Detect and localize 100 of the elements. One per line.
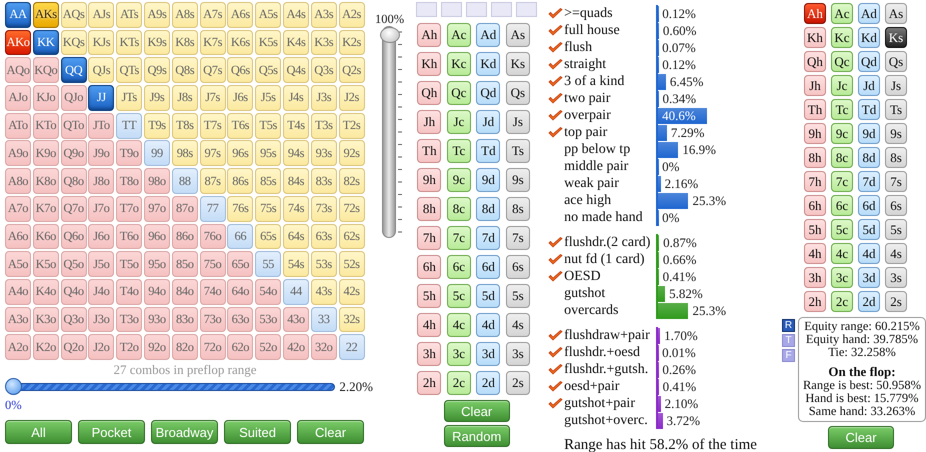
hand-category[interactable]: nut fd (1 card) — [564, 251, 656, 268]
board-slot[interactable] — [441, 2, 462, 17]
hand-cell[interactable]: T5o — [116, 251, 142, 277]
hand-cell[interactable]: J2s — [338, 85, 365, 111]
hand-cell[interactable]: Q9o — [60, 140, 87, 166]
card-button[interactable]: 2h — [417, 371, 442, 395]
card-button[interactable]: 2s — [506, 371, 530, 395]
card-button[interactable]: 9s — [506, 168, 530, 192]
card-button[interactable]: Th — [804, 99, 826, 120]
hand-cell[interactable]: K6o — [32, 224, 59, 250]
hand-cell[interactable]: 88 — [172, 168, 198, 194]
hand-cell[interactable]: 83o — [172, 306, 198, 332]
hand-cell[interactable]: K4s — [282, 30, 309, 56]
hand-cell[interactable]: 98s — [172, 140, 198, 166]
card-button[interactable]: 3h — [804, 267, 826, 288]
hand-cell[interactable]: A2s — [338, 2, 365, 28]
hand-cell[interactable]: 74o — [200, 278, 226, 305]
hand-cell[interactable]: J5o — [88, 251, 114, 277]
card-button[interactable]: 4h — [804, 243, 826, 264]
hand-category[interactable]: overpair — [564, 107, 656, 124]
card-button[interactable]: Qh — [417, 81, 442, 105]
card-button[interactable]: Ad — [476, 23, 500, 47]
hand-cell[interactable]: J7s — [200, 85, 226, 111]
hand-cell[interactable]: T2s — [338, 112, 365, 139]
hand-cell[interactable]: K9s — [144, 30, 170, 56]
card-button[interactable]: 3h — [417, 342, 442, 366]
hand-cell[interactable]: Q3o — [60, 306, 87, 332]
hand-cell[interactable]: T4o — [116, 278, 142, 305]
hand-cell[interactable]: 64o — [227, 278, 254, 305]
hand-cell[interactable]: 92o — [144, 334, 170, 360]
card-button[interactable]: Qh — [804, 51, 826, 72]
card-button[interactable]: Th — [417, 139, 442, 163]
hand-cell[interactable]: 94o — [144, 278, 170, 305]
hand-cell[interactable]: K5s — [255, 30, 282, 56]
card-button[interactable]: 9c — [831, 123, 853, 144]
hand-cell[interactable]: 95o — [144, 251, 170, 277]
hand-cell[interactable]: QJs — [88, 57, 114, 84]
card-button[interactable]: 3s — [506, 342, 530, 366]
hand-cell[interactable]: 65o — [227, 251, 254, 277]
hand-cell[interactable]: A4o — [5, 278, 31, 305]
hand-category[interactable]: >=quads — [564, 5, 656, 22]
card-button[interactable]: 8c — [446, 197, 471, 221]
hand-cell[interactable]: J3s — [310, 85, 337, 111]
card-button[interactable]: 6s — [885, 195, 907, 216]
hand-cell[interactable]: J5s — [255, 85, 282, 111]
board-button[interactable]: Clear — [444, 400, 510, 422]
card-button[interactable]: 2d — [858, 291, 880, 312]
hand-cell[interactable]: T9s — [144, 112, 170, 139]
hand-cell[interactable]: K6s — [227, 30, 254, 56]
hand-cell[interactable]: K4o — [32, 278, 59, 305]
hand-cell[interactable]: 72s — [338, 196, 365, 222]
card-button[interactable]: 5s — [506, 284, 530, 308]
hand-cell[interactable]: 73s — [310, 196, 337, 222]
card-button[interactable]: 5d — [476, 284, 500, 308]
hand-cell[interactable]: K5o — [32, 251, 59, 277]
hand-cell[interactable]: AJo — [5, 85, 31, 111]
hand-cell[interactable]: 76o — [200, 224, 226, 250]
card-button[interactable]: 7c — [831, 171, 853, 192]
hand-cell[interactable]: AA — [5, 2, 31, 28]
board-slot[interactable] — [416, 2, 438, 17]
hand-cell[interactable]: K7s — [200, 30, 226, 56]
hand-cell[interactable]: Q5s — [255, 57, 282, 84]
hand-cell[interactable]: 86o — [172, 224, 198, 250]
hand-cell[interactable]: Q4o — [60, 278, 87, 305]
card-button[interactable]: 6s — [506, 255, 530, 279]
hand-cell[interactable]: A6s — [227, 2, 254, 28]
hand-category[interactable]: gutshot+overc. — [564, 412, 656, 429]
card-button[interactable]: Kh — [804, 27, 826, 48]
hand-cell[interactable]: QTs — [116, 57, 142, 84]
card-button[interactable]: Td — [476, 139, 500, 163]
hand-cell[interactable]: ATs — [116, 2, 142, 28]
hand-category[interactable]: gutshot+pair — [564, 395, 656, 412]
hand-cell[interactable]: KJo — [32, 85, 59, 111]
hand-cell[interactable]: 44 — [282, 278, 309, 305]
hand-cell[interactable]: 52s — [338, 251, 365, 277]
hand-cell[interactable]: TT — [116, 112, 142, 139]
card-button[interactable]: Qc — [831, 51, 853, 72]
hand-category[interactable]: flush — [564, 39, 656, 56]
hand-cell[interactable]: 83s — [310, 168, 337, 194]
card-button[interactable]: 3d — [858, 267, 880, 288]
card-button[interactable]: 8h — [417, 197, 442, 221]
hand-category[interactable]: flushdr.+oesd — [564, 344, 656, 361]
card-button[interactable]: 4s — [506, 313, 530, 337]
hand-cell[interactable]: 54s — [282, 251, 309, 277]
card-button[interactable]: Kd — [476, 52, 500, 76]
card-button[interactable]: Kc — [446, 52, 471, 76]
hand-category[interactable]: gutshot — [564, 285, 656, 302]
hand-cell[interactable]: 82s — [338, 168, 365, 194]
hand-cell[interactable]: T3s — [310, 112, 337, 139]
hand-category[interactable]: ace high — [564, 192, 656, 209]
range-slider[interactable] — [5, 378, 336, 396]
card-button[interactable]: 4c — [831, 243, 853, 264]
range-button[interactable]: Pocket — [78, 420, 145, 444]
board-slot[interactable] — [516, 2, 538, 17]
hand-cell[interactable]: J9o — [88, 140, 114, 166]
card-button[interactable]: 5c — [446, 284, 471, 308]
hand-cell[interactable]: A5o — [5, 251, 31, 277]
hand-button[interactable]: Clear — [828, 426, 894, 449]
hand-cell[interactable]: T9o — [116, 140, 142, 166]
hand-cell[interactable]: 84o — [172, 278, 198, 305]
